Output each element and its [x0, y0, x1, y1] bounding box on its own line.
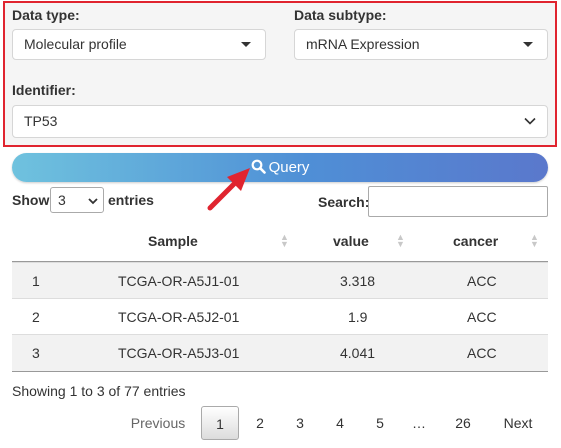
identifier-value: TP53: [24, 113, 58, 129]
sort-icon[interactable]: ▲ ▼: [280, 233, 289, 249]
pagination-page-3[interactable]: 3: [287, 406, 313, 440]
cancer-cell: ACC: [467, 345, 497, 361]
entries-label: entries: [108, 192, 154, 208]
data-type-label: Data type:: [12, 7, 80, 23]
pagination-page-2[interactable]: 2: [247, 406, 273, 440]
sample-cell: TCGA-OR-A5J3-01: [118, 345, 240, 361]
sample-cell: TCGA-OR-A5J2-01: [118, 309, 240, 325]
column-header-value[interactable]: value: [333, 233, 369, 249]
pagination-ellipsis: …: [412, 415, 426, 431]
query-button[interactable]: Query: [12, 153, 548, 182]
table-info: Showing 1 to 3 of 77 entries: [12, 383, 186, 399]
search-label: Search:: [318, 194, 370, 210]
pagination-page-1[interactable]: 1: [201, 406, 239, 440]
entries-length-select[interactable]: 3: [50, 187, 104, 213]
sort-icon[interactable]: ▲ ▼: [530, 233, 539, 249]
data-type-value: Molecular profile: [24, 36, 127, 52]
annotation-arrow-icon: [207, 168, 250, 211]
chevron-down-icon: [524, 117, 536, 125]
chevron-down-icon: [88, 198, 98, 205]
entries-length-value: 3: [58, 192, 66, 208]
data-subtype-value: mRNA Expression: [306, 36, 420, 52]
pagination-page-26[interactable]: 26: [447, 406, 479, 440]
cancer-cell: ACC: [467, 309, 497, 325]
value-cell: 4.041: [340, 345, 376, 361]
cancer-cell: ACC: [467, 273, 497, 289]
data-subtype-label: Data subtype:: [294, 7, 387, 23]
pagination-next[interactable]: Next: [498, 406, 538, 440]
dropdown-caret-icon: [241, 42, 251, 47]
identifier-label: Identifier:: [12, 82, 76, 98]
column-header-sample[interactable]: Sample: [148, 233, 198, 249]
identifier-select[interactable]: TP53: [12, 105, 548, 138]
table-row[interactable]: 1 TCGA-OR-A5J1-01 3.318 ACC: [12, 262, 548, 299]
search-input[interactable]: [368, 186, 548, 217]
dropdown-caret-icon: [523, 42, 533, 47]
sample-cell: TCGA-OR-A5J1-01: [118, 273, 240, 289]
data-type-select[interactable]: Molecular profile: [12, 29, 266, 60]
pagination-page-4[interactable]: 4: [327, 406, 353, 440]
sort-icon[interactable]: ▲ ▼: [396, 233, 405, 249]
query-button-label: Query: [268, 159, 310, 176]
row-index: 1: [32, 273, 40, 289]
pagination-page-5[interactable]: 5: [367, 406, 393, 440]
table-row[interactable]: 3 TCGA-OR-A5J3-01 4.041 ACC: [12, 334, 548, 371]
row-index: 2: [32, 309, 40, 325]
value-cell: 3.318: [340, 273, 376, 289]
table-row[interactable]: 2 TCGA-OR-A5J2-01 1.9 ACC: [12, 298, 548, 335]
show-label: Show: [12, 192, 50, 208]
column-header-cancer[interactable]: cancer: [453, 233, 498, 249]
row-index: 3: [32, 345, 40, 361]
value-cell: 1.9: [348, 309, 368, 325]
table-bottom-divider: [12, 371, 548, 372]
pagination-previous[interactable]: Previous: [126, 406, 190, 440]
data-subtype-select[interactable]: mRNA Expression: [294, 29, 548, 60]
